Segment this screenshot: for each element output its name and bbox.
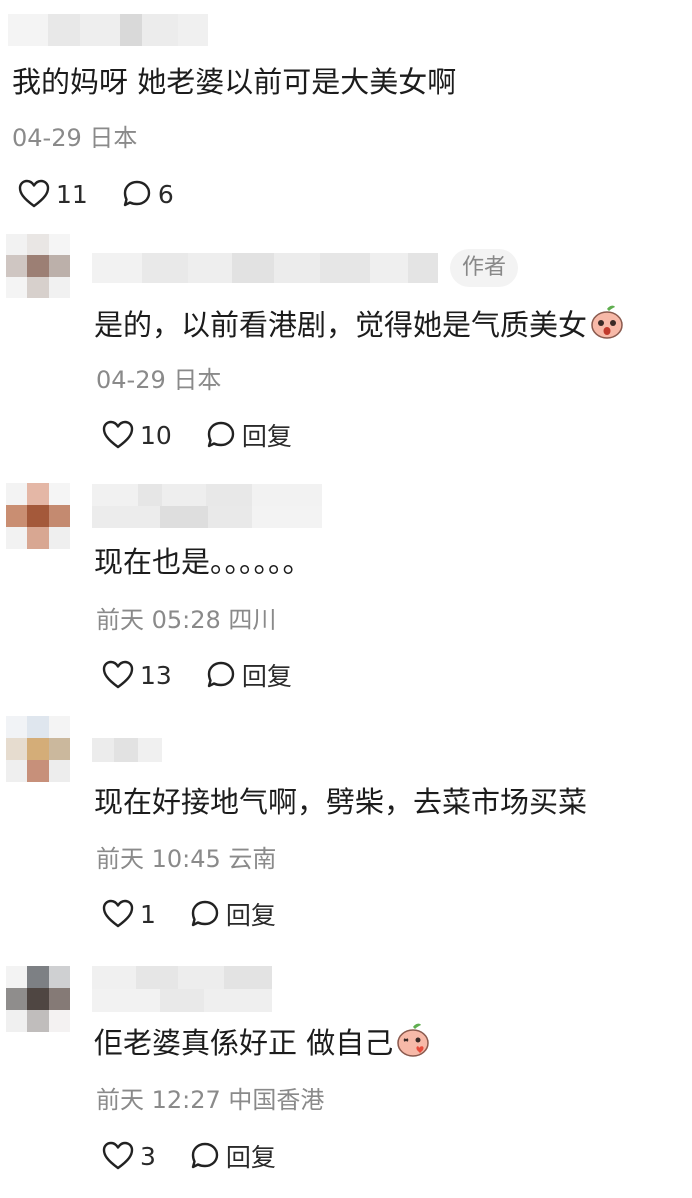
like-button[interactable]: 3	[102, 1141, 156, 1171]
reply-label: 回复	[225, 901, 276, 930]
heart-icon	[102, 1141, 134, 1170]
comment-bubble-icon	[207, 661, 235, 688]
like-count: 11	[56, 179, 88, 209]
avatar[interactable]	[6, 483, 70, 549]
heart-icon	[102, 420, 134, 449]
reply-actions: 3 回复	[102, 1138, 276, 1174]
reply-text-content: 佢老婆真係好正 做自己	[94, 1026, 394, 1060]
avatar[interactable]	[6, 716, 70, 782]
comment-meta: 04-29 日本	[12, 124, 138, 152]
like-count: 1	[140, 899, 156, 929]
comment-bubble-icon	[207, 421, 235, 448]
reply-actions: 1 回复	[102, 896, 276, 932]
like-count: 3	[140, 1141, 156, 1171]
reply-meta: 前天 12:27 中国香港	[96, 1086, 325, 1114]
like-button[interactable]: 11	[18, 179, 88, 209]
reply-text: 现在也是。。。。。。	[94, 545, 312, 579]
avatar[interactable]	[6, 966, 70, 1032]
username-blurred[interactable]	[92, 966, 272, 1012]
username-blurred[interactable]	[92, 253, 438, 283]
surprised-peach-emoji-icon	[589, 304, 625, 350]
reply-count: 6	[157, 179, 174, 209]
comment-bubble-icon	[123, 180, 151, 207]
reply-meta: 前天 10:45 云南	[96, 845, 277, 873]
reply-meta: 前天 05:28 四川	[96, 606, 277, 634]
username-blurred[interactable]	[92, 484, 322, 528]
reply-meta: 04-29 日本	[96, 366, 222, 394]
reply-text-content: 是的，以前看港剧，觉得她是气质美女	[94, 308, 588, 342]
reply-button[interactable]: 回复	[190, 896, 276, 932]
heart-icon	[102, 660, 134, 689]
like-count: 13	[140, 660, 172, 690]
reply-label: 回复	[241, 422, 292, 451]
comment-actions: 11 6	[18, 176, 174, 212]
avatar[interactable]	[6, 234, 70, 298]
like-count: 10	[140, 420, 172, 450]
username-blurred[interactable]	[92, 738, 162, 762]
reply-button[interactable]: 回复	[206, 417, 292, 453]
reply-button[interactable]: 回复	[206, 657, 292, 693]
reply-button[interactable]: 回复	[190, 1138, 276, 1174]
reply-label: 回复	[241, 662, 292, 691]
like-button[interactable]: 1	[102, 899, 156, 929]
username-blurred[interactable]	[8, 14, 208, 46]
comment-bubble-icon	[191, 1142, 219, 1169]
reply-count-button[interactable]: 6	[122, 179, 174, 209]
reply-text: 现在好接地气啊，劈柴，去菜市场买菜	[94, 785, 588, 819]
reply-label: 回复	[225, 1143, 276, 1172]
heart-icon	[102, 899, 134, 928]
comment-bubble-icon	[191, 900, 219, 927]
kiss-peach-emoji-icon	[395, 1022, 431, 1068]
reply-actions: 10 回复	[102, 417, 292, 453]
like-button[interactable]: 13	[102, 660, 172, 690]
author-badge: 作者	[450, 249, 519, 287]
like-button[interactable]: 10	[102, 420, 172, 450]
reply-text: 是的，以前看港剧，觉得她是气质美女	[94, 304, 625, 350]
comment-text: 我的妈呀 她老婆以前可是大美女啊	[12, 65, 457, 99]
heart-icon	[18, 179, 50, 208]
reply-text: 佢老婆真係好正 做自己	[94, 1022, 431, 1068]
reply-actions: 13 回复	[102, 657, 292, 693]
